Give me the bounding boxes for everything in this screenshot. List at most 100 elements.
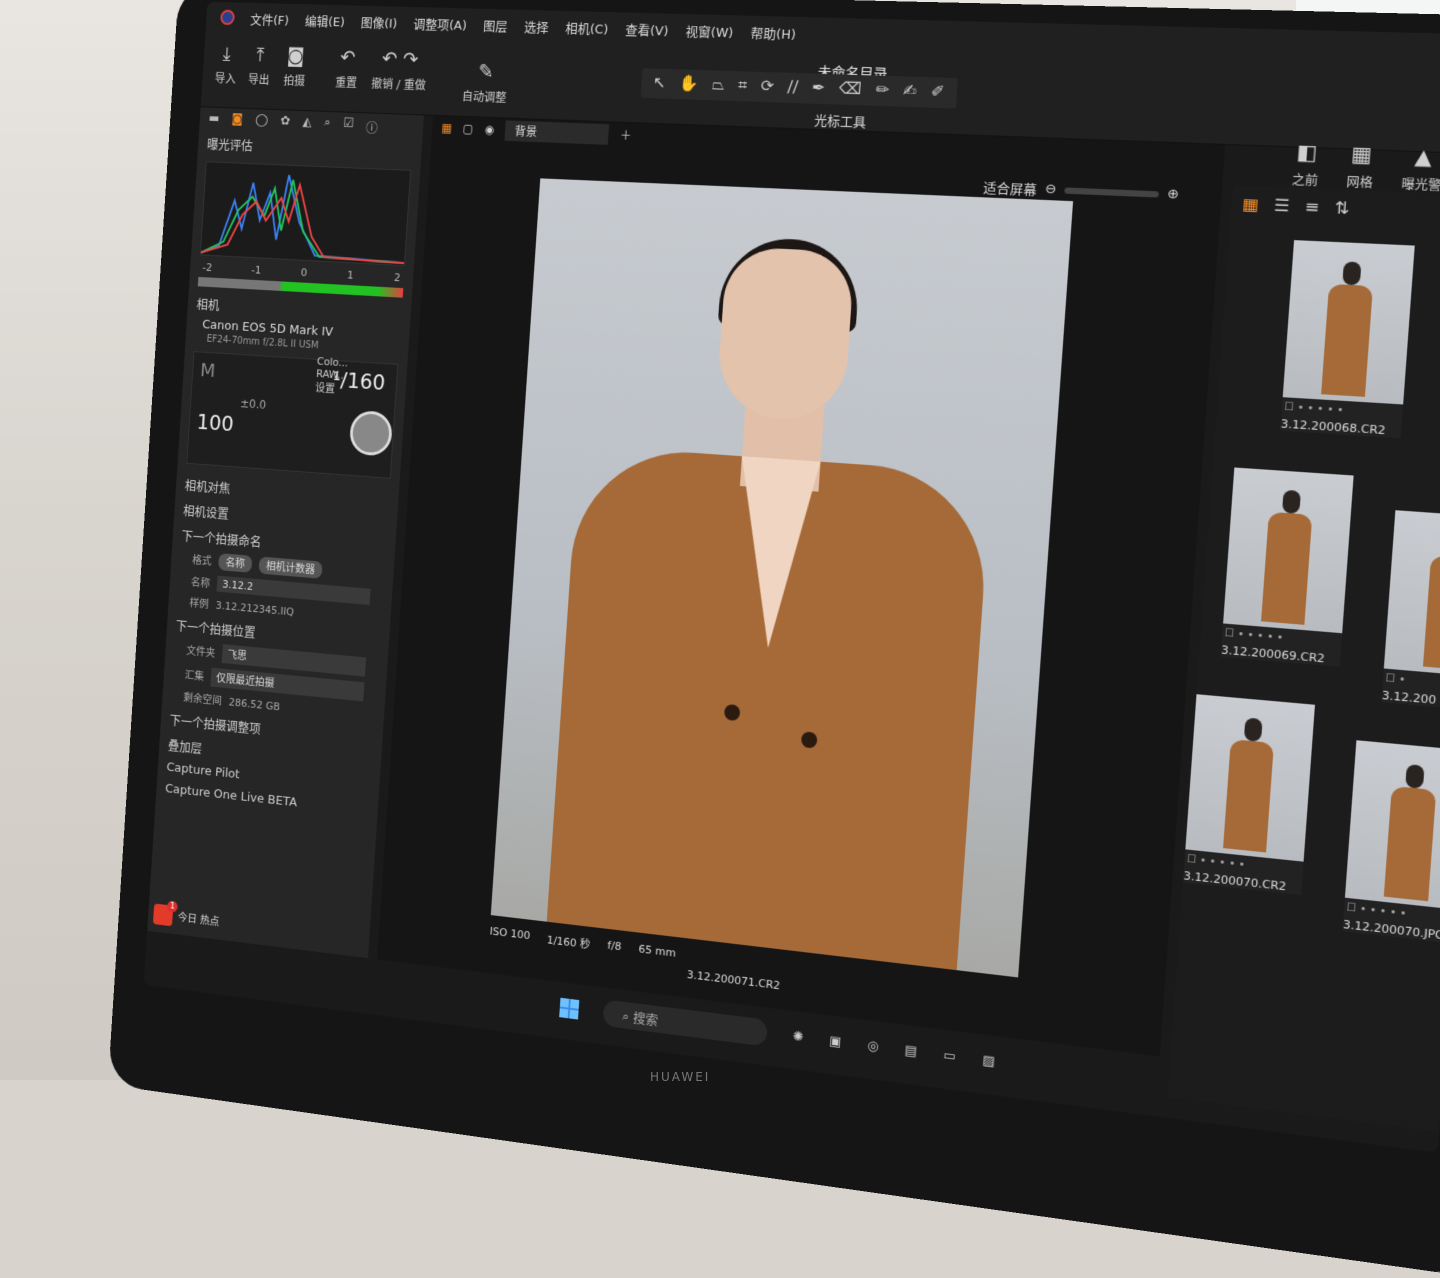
eyedropper-icon[interactable]: ✍ <box>902 80 917 103</box>
thumbnail-view-icon[interactable]: ▦ <box>1242 194 1260 215</box>
filmstrip-view-icon[interactable]: ≡ <box>1304 196 1320 217</box>
lens-tab-icon[interactable]: ◯ <box>255 113 269 129</box>
select-cursor-icon[interactable]: ↖ <box>652 73 666 95</box>
menu-edit[interactable]: 编辑(E) <box>304 10 345 29</box>
thumbnail[interactable]: ☐ • • • • •3.12.200070.CR2 <box>1183 694 1315 895</box>
before-button[interactable]: ◧之前 <box>1291 139 1321 189</box>
multi-view-icon[interactable]: ▦ <box>441 121 452 135</box>
photos-icon[interactable]: ▨ <box>982 1053 996 1070</box>
grid-button[interactable]: ▦网格 <box>1346 141 1376 192</box>
photo-face <box>715 246 854 423</box>
add-icon[interactable]: ＋ <box>619 126 632 143</box>
import-label: 导入 <box>214 70 236 87</box>
scale-tick: 0 <box>300 266 307 279</box>
news-subtitle: 热点 <box>200 914 220 929</box>
name-label: 名称 <box>190 574 210 591</box>
hand-tool-icon[interactable]: ✋ <box>679 73 700 95</box>
fit-screen-label[interactable]: 适合屏幕 <box>983 177 1038 199</box>
iso-value[interactable]: 100 <box>196 411 234 437</box>
keystone-icon[interactable]: ⏢ <box>711 74 725 96</box>
format-label: 格式 <box>192 552 212 569</box>
settings-option[interactable]: 设置 <box>315 380 347 397</box>
taskbar-search[interactable]: ⌕ 搜索 <box>602 999 768 1046</box>
viewer-filename: 3.12.200071.CR2 <box>686 968 780 992</box>
picker-icon[interactable]: ✒ <box>811 78 826 100</box>
laptop-brand: HUAWEI <box>650 1070 710 1084</box>
folder-label: 文件夹 <box>186 643 216 661</box>
screen: 文件(F) 编辑(E) 图像(I) 调整项(A) 图层 选择 相机(C) 查看(… <box>144 2 1440 1153</box>
space-value: 286.52 GB <box>228 695 280 712</box>
thumbnail-image <box>1223 467 1354 633</box>
main-photo[interactable] <box>491 178 1073 977</box>
menu-camera[interactable]: 相机(C) <box>565 17 609 37</box>
scale-tick: 1 <box>347 269 354 282</box>
exposure-compensation[interactable]: ±0.0 <box>240 397 267 412</box>
app-logo-icon <box>220 10 235 25</box>
menu-layers[interactable]: 图层 <box>483 15 508 34</box>
menu-window[interactable]: 视窗(W) <box>685 21 734 41</box>
reset-label: 重置 <box>335 74 358 91</box>
format-token[interactable]: 相机计数器 <box>258 556 322 578</box>
camera-side-options: Colo... RAW... 设置 <box>315 355 349 397</box>
sort-icon[interactable]: ⇅ <box>1334 198 1350 219</box>
zoom-slider[interactable] <box>1064 187 1159 197</box>
folder-icon[interactable]: ▭ <box>943 1048 957 1065</box>
single-view-icon[interactable]: ▢ <box>462 122 473 136</box>
proof-icon[interactable]: ◉ <box>484 123 495 137</box>
rotate-icon[interactable]: ⟳ <box>760 76 775 98</box>
capture-toolbar-button[interactable]: ◙拍摄 <box>283 44 307 89</box>
meta-iso: ISO 100 <box>489 925 530 945</box>
store-icon[interactable]: ▤ <box>904 1043 917 1060</box>
reset-button[interactable]: ↶重置 <box>335 45 360 91</box>
thumbnail[interactable]: ☐ • • • • •3.12.200068.CR2 <box>1280 240 1414 438</box>
menu-help[interactable]: 帮助(H) <box>750 22 796 42</box>
viewer: ▦ ▢ ◉ 背景 ＋ 适合屏幕 ⊖ ⊕ IS <box>377 116 1225 1057</box>
info-tab-icon[interactable]: ⓘ <box>366 117 379 133</box>
taskbar: ⌕ 搜索 ✺ ▣ ◎ ▤ ▭ ▨ <box>559 994 996 1076</box>
terminal-icon[interactable]: ▣ <box>829 1034 842 1051</box>
undo-redo-button[interactable]: ↶ ↷撤销 / 重做 <box>371 46 428 93</box>
sample-value: 3.12.212345.IIQ <box>215 599 294 618</box>
format-token[interactable]: 名称 <box>218 553 253 573</box>
magic-wand-icon: ✎ <box>477 59 494 83</box>
menu-adjust[interactable]: 调整项(A) <box>413 13 467 33</box>
zoom-out-icon[interactable]: ⊖ <box>1044 182 1056 198</box>
meta-aperture: f/8 <box>607 939 622 956</box>
copilot-icon[interactable]: ✺ <box>792 1029 804 1045</box>
edge-icon[interactable]: ◎ <box>867 1038 879 1054</box>
thumbnail[interactable]: ☐ •3.12.200 <box>1381 510 1440 713</box>
metadata-tab-icon[interactable]: ☑ <box>343 116 354 132</box>
exposure-tab-icon[interactable]: ◭ <box>302 115 312 131</box>
histogram-graph <box>201 162 410 265</box>
background-select[interactable]: 背景 <box>505 120 610 144</box>
menu-file[interactable]: 文件(F) <box>250 9 290 28</box>
thumbnail[interactable]: ☐ • • • • •3.12.200070.JPG <box>1342 740 1440 944</box>
windows-start-icon[interactable] <box>559 997 579 1019</box>
tool-panel: ▬ ◙ ◯ ✿ ◭ ⌕ ☑ ⓘ 曝光评估 -2 -1 0 <box>147 107 424 958</box>
menu-image[interactable]: 图像(I) <box>360 12 397 31</box>
annotate-icon[interactable]: ✐ <box>930 81 945 104</box>
photo-lapel <box>729 456 821 651</box>
thumbnail[interactable]: ☐ • • • • •3.12.200069.CR2 <box>1221 467 1354 666</box>
export-button[interactable]: ⤒导出 <box>248 43 272 88</box>
news-label: 今日 热点 <box>177 909 219 929</box>
menu-view[interactable]: 查看(V) <box>625 19 669 39</box>
import-button[interactable]: ⤓导入 <box>214 42 238 87</box>
eraser-icon[interactable]: ⌫ <box>838 78 862 101</box>
capture-tab-icon[interactable]: ◙ <box>231 112 243 128</box>
meta-focal: 65 mm <box>638 942 676 962</box>
list-view-icon[interactable]: ☰ <box>1273 195 1290 216</box>
news-widget[interactable]: 1 今日 热点 <box>153 903 220 932</box>
brush-icon[interactable]: ✏ <box>875 80 890 103</box>
crop-icon[interactable]: ⌗ <box>737 75 747 97</box>
exposure-warning-button[interactable]: ▲曝光警 <box>1401 143 1440 194</box>
color-tab-icon[interactable]: ✿ <box>280 114 291 130</box>
library-tab-icon[interactable]: ▬ <box>208 111 220 126</box>
export-icon: ⤒ <box>256 43 265 66</box>
menu-select[interactable]: 选择 <box>524 16 550 35</box>
straighten-icon[interactable]: ∕∕ <box>787 77 799 99</box>
histogram <box>200 161 411 266</box>
details-tab-icon[interactable]: ⌕ <box>323 116 331 132</box>
auto-adjust-button[interactable]: ✎自动调整 <box>461 59 508 106</box>
zoom-in-icon[interactable]: ⊕ <box>1167 187 1180 203</box>
